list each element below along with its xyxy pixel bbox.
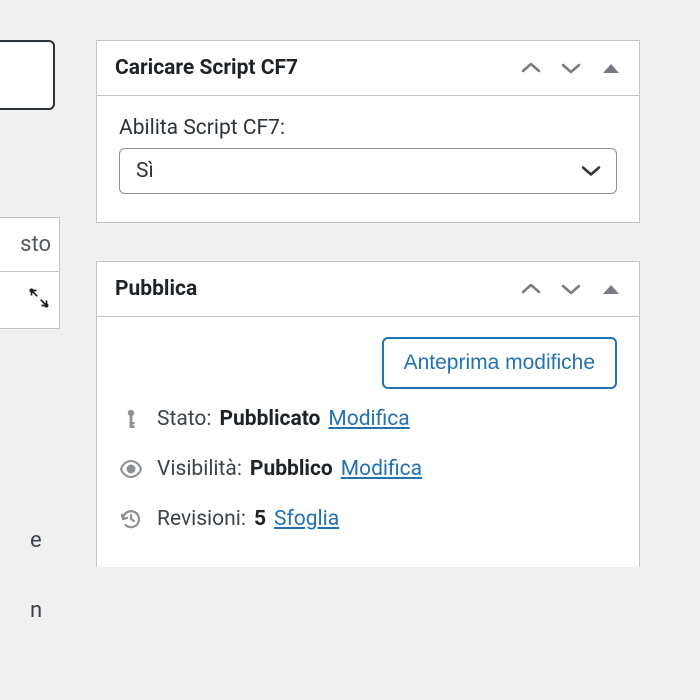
partial-text-2: e — [30, 528, 42, 553]
preview-row: Anteprima modifiche — [97, 317, 639, 407]
metabox-header: Pubblica — [97, 262, 639, 317]
expand-icon[interactable] — [29, 288, 49, 312]
move-down-icon[interactable] — [561, 279, 581, 299]
history-icon — [119, 507, 143, 531]
visibility-edit-link[interactable]: Modifica — [341, 457, 422, 481]
status-edit-link[interactable]: Modifica — [328, 407, 409, 431]
revisions-count: 5 — [254, 507, 266, 531]
visibility-value: Pubblico — [250, 457, 333, 481]
cf7-script-select[interactable]: Sì — [119, 148, 617, 194]
partial-button[interactable] — [0, 40, 55, 110]
revisions-row: Revisioni: 5 Sfoglia — [119, 507, 617, 531]
visibility-row: Visibilità: Pubblico Modifica — [119, 457, 617, 481]
metabox-controls — [521, 279, 621, 299]
partial-icon-row — [0, 271, 59, 329]
partial-text-3: n — [30, 598, 42, 623]
status-label: Stato: — [157, 407, 212, 431]
eye-icon — [119, 457, 143, 481]
field-label: Abilita Script CF7: — [119, 116, 617, 140]
revisions-label: Revisioni: — [157, 507, 246, 531]
metabox-publish: Pubblica Anteprima modifiche — [96, 261, 640, 567]
status-list: Stato: Pubblicato Modifica Visibilità: P… — [97, 407, 639, 567]
metabox-controls — [521, 58, 621, 78]
metabox-cf7-scripts: Caricare Script CF7 Abilita Script CF7: … — [96, 40, 640, 223]
metabox-title: Caricare Script CF7 — [115, 56, 298, 80]
partial-side-panel: sto — [0, 217, 60, 329]
metabox-body: Abilita Script CF7: Sì — [97, 96, 639, 222]
select-wrap: Sì — [119, 148, 617, 194]
visibility-label: Visibilità: — [157, 457, 242, 481]
left-partial-panel: sto e n — [0, 0, 60, 700]
preview-changes-button[interactable]: Anteprima modifiche — [382, 337, 617, 389]
key-icon — [119, 407, 143, 431]
status-row: Stato: Pubblicato Modifica — [119, 407, 617, 431]
status-value: Pubblicato — [220, 407, 321, 431]
move-up-icon[interactable] — [521, 58, 541, 78]
metabox-header: Caricare Script CF7 — [97, 41, 639, 96]
revisions-browse-link[interactable]: Sfoglia — [274, 507, 339, 531]
partial-text: sto — [0, 218, 59, 271]
toggle-collapse-icon[interactable] — [601, 58, 621, 78]
toggle-collapse-icon[interactable] — [601, 279, 621, 299]
move-down-icon[interactable] — [561, 58, 581, 78]
move-up-icon[interactable] — [521, 279, 541, 299]
sidebar-column: Caricare Script CF7 Abilita Script CF7: … — [96, 40, 640, 605]
metabox-title: Pubblica — [115, 277, 197, 301]
